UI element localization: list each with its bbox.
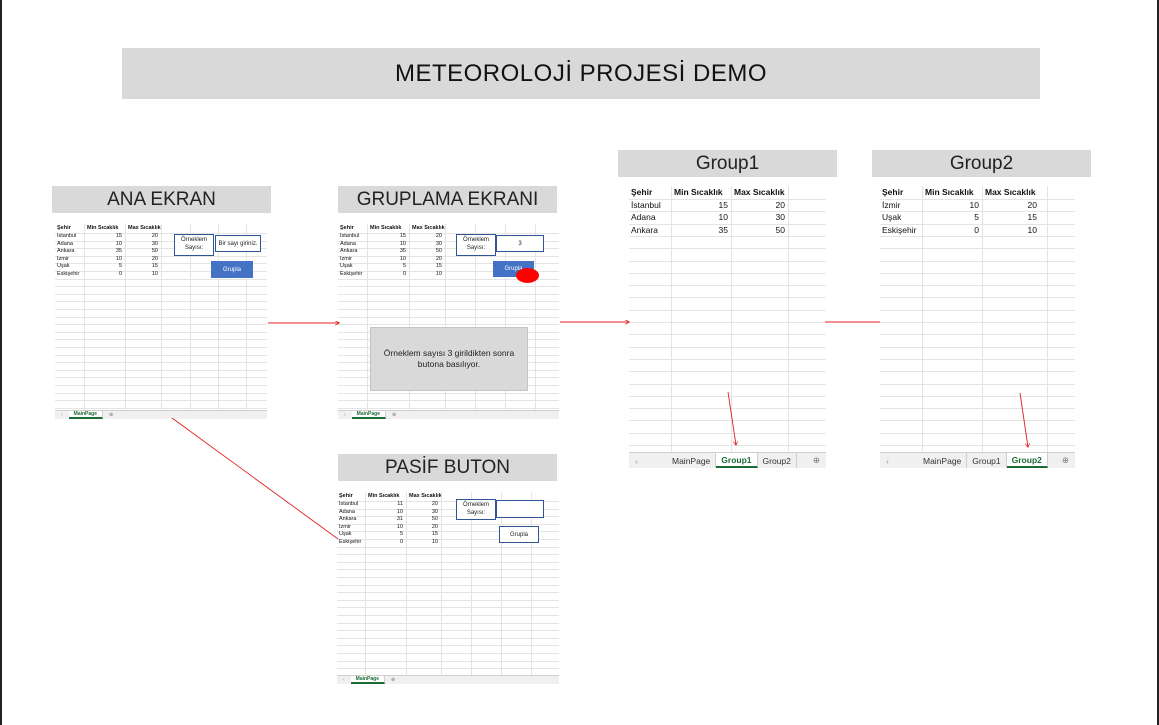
arrow-ana-to-pasif: [171, 417, 339, 540]
arrow-to-group2-tab: [1019, 392, 1028, 447]
arrow-to-group1-tab: [727, 391, 736, 445]
flow-arrows: [171, 0, 1159, 540]
